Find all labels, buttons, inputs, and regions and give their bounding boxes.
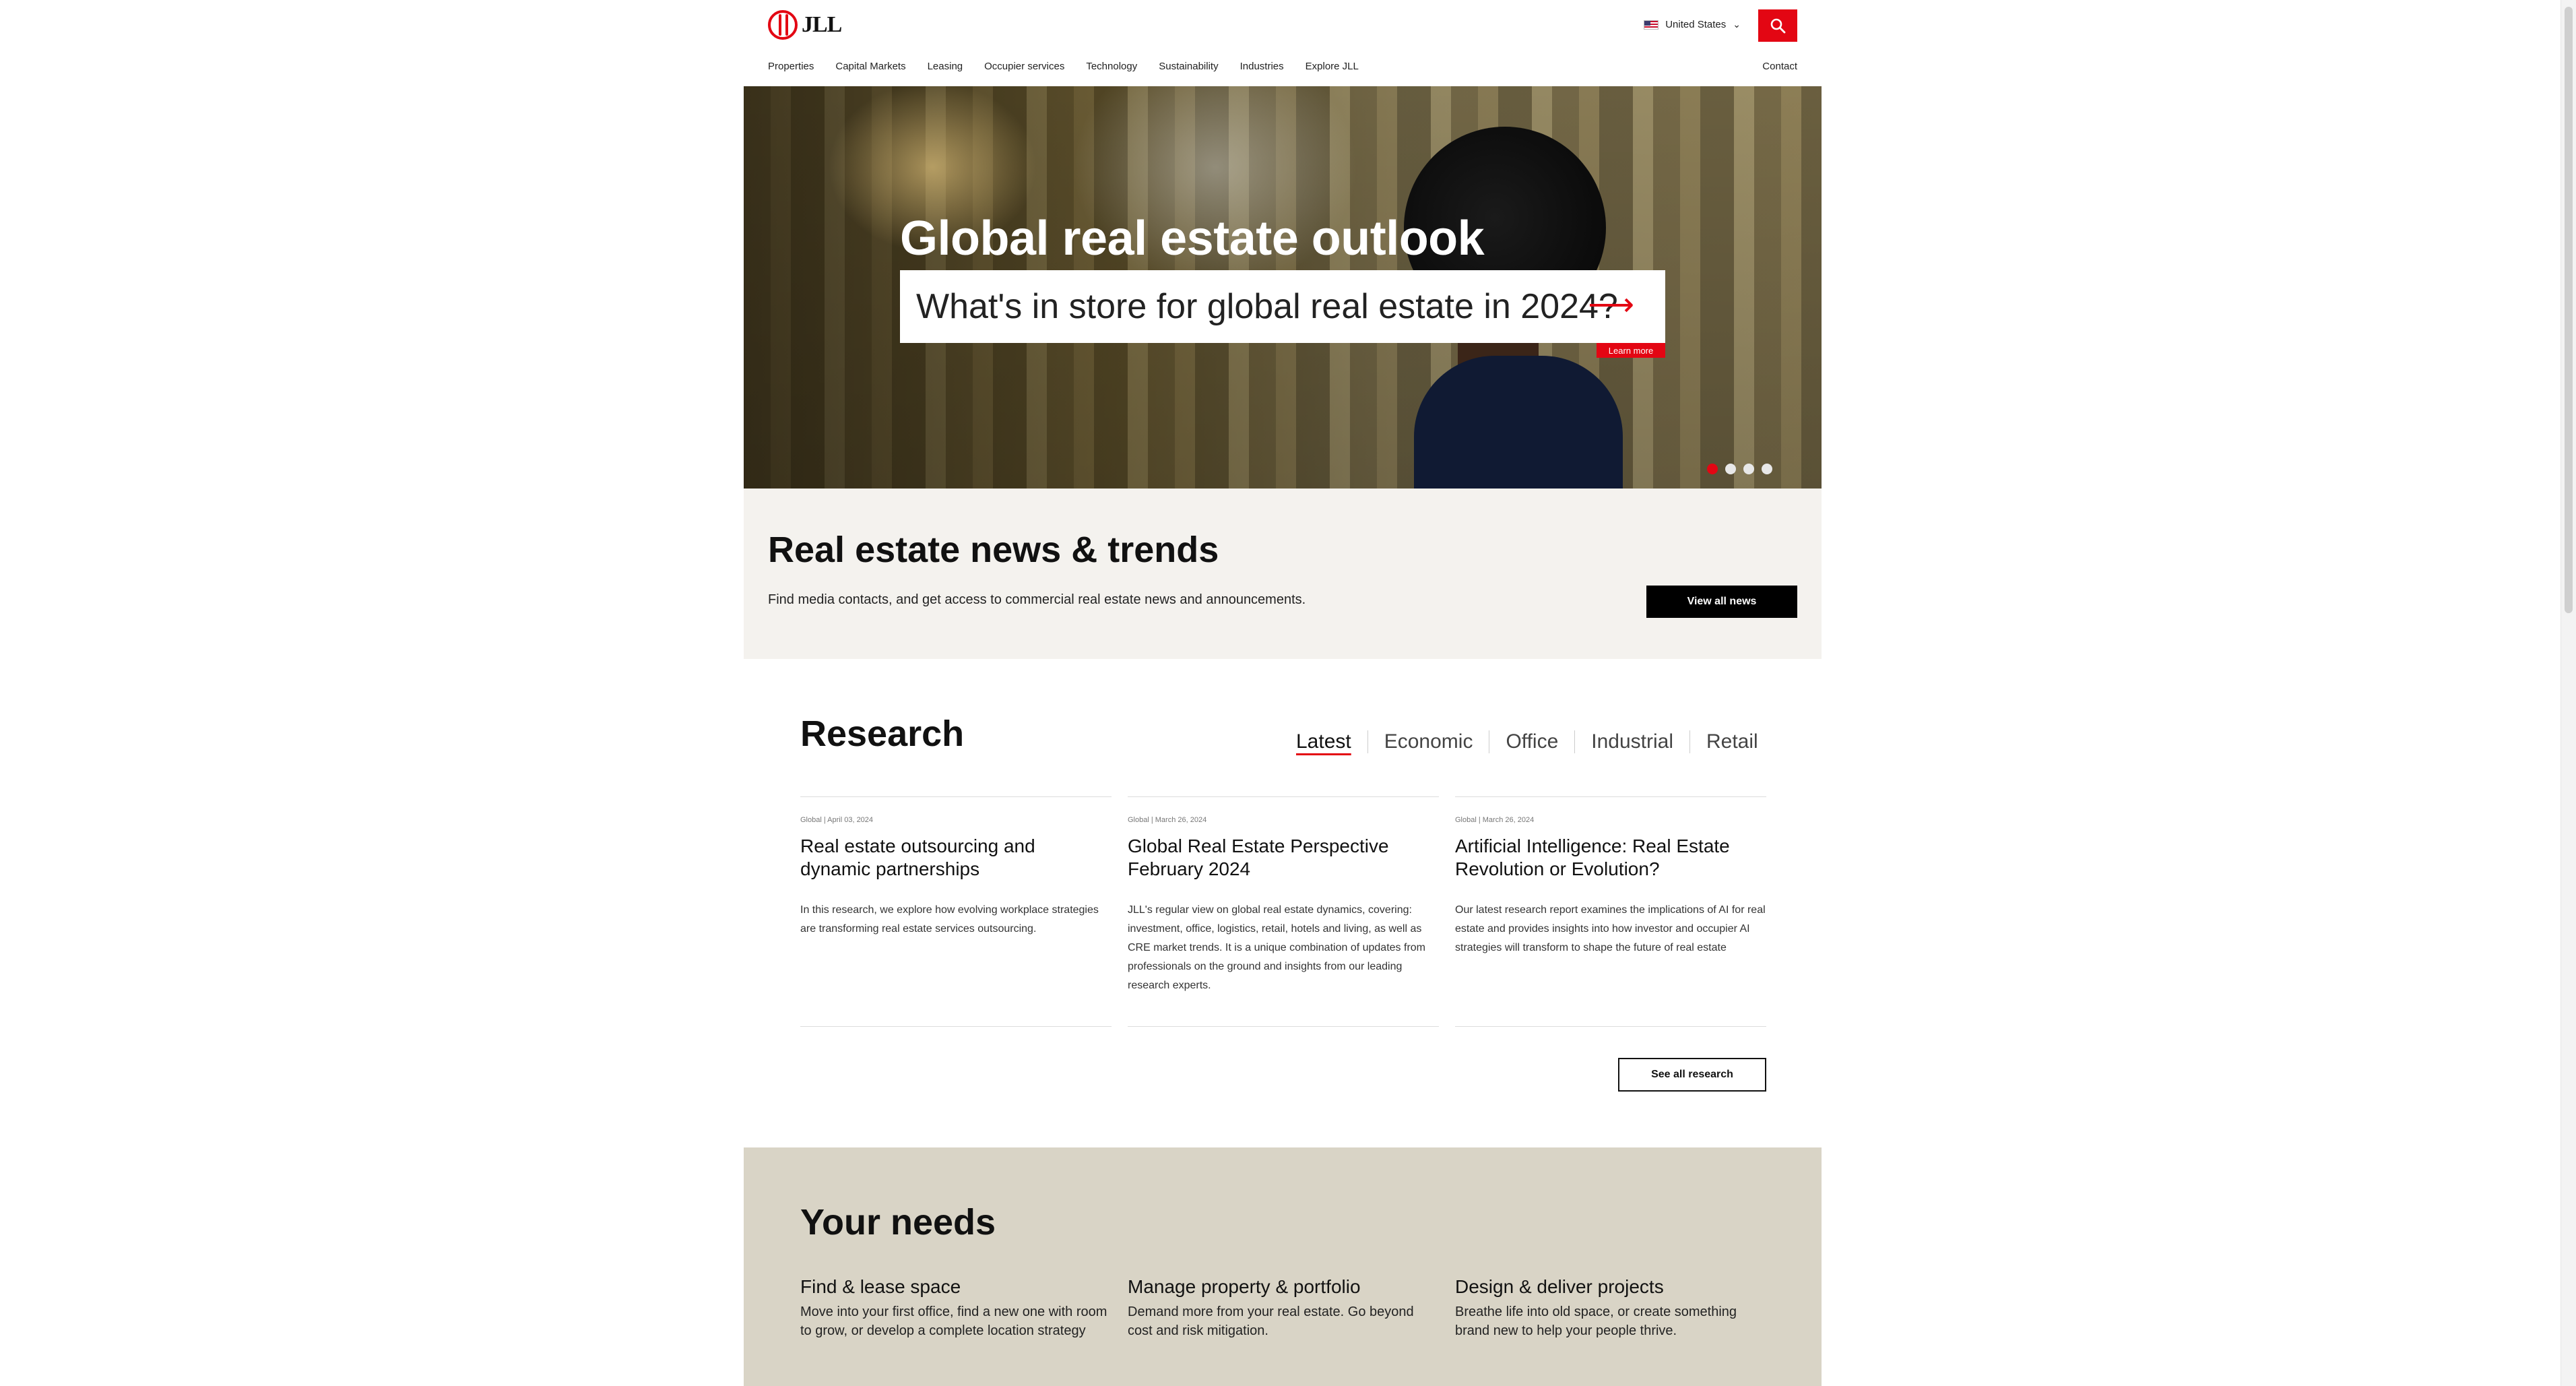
card-description: In this research, we explore how evolvin… <box>800 904 1099 935</box>
country-selector[interactable]: United States ⌄ <box>1644 19 1741 30</box>
research-cards: Global | April 03, 2024 Real estate outs… <box>800 796 1766 1027</box>
carousel-dot-1[interactable] <box>1707 464 1718 474</box>
research-card[interactable]: Global | March 26, 2024 Global Real Esta… <box>1128 796 1439 1027</box>
scrollbar-thumb[interactable] <box>2565 7 2573 613</box>
carousel-dot-4[interactable] <box>1762 464 1772 474</box>
carousel-dot-2[interactable] <box>1725 464 1736 474</box>
carousel-dot-3[interactable] <box>1743 464 1754 474</box>
nav-sustainability[interactable]: Sustainability <box>1159 61 1218 72</box>
hero-cta-box[interactable]: What's in store for global real estate i… <box>900 270 1665 343</box>
need-item: Design & deliver projects Breathe life i… <box>1455 1275 1766 1340</box>
tab-office[interactable]: Office <box>1489 730 1574 753</box>
tab-industrial[interactable]: Industrial <box>1574 730 1689 753</box>
need-title[interactable]: Design & deliver projects <box>1455 1275 1766 1298</box>
arrow-right-icon: ⟶ <box>1588 287 1634 323</box>
search-button[interactable] <box>1758 9 1797 42</box>
us-flag-icon <box>1644 20 1659 30</box>
news-title: Real estate news & trends <box>768 530 1219 570</box>
need-description: Move into your first office, find a new … <box>800 1304 1107 1338</box>
page: JLL United States ⌄ Properties Capital M… <box>744 0 1822 1386</box>
card-meta: Global | April 03, 2024 <box>800 816 874 824</box>
site-header: JLL United States ⌄ Properties Capital M… <box>744 0 1822 87</box>
main-nav: Properties Capital Markets Leasing Occup… <box>768 61 1359 72</box>
nav-properties[interactable]: Properties <box>768 61 814 72</box>
card-meta: Global | March 26, 2024 <box>1128 816 1207 824</box>
see-all-research-button[interactable]: See all research <box>1618 1058 1766 1092</box>
hero-subtitle: What's in store for global real estate i… <box>916 287 1618 326</box>
jll-logo-mark-icon <box>768 10 798 40</box>
jll-logo[interactable]: JLL <box>768 9 842 40</box>
news-description: Find media contacts, and get access to c… <box>768 592 1306 607</box>
tab-economic[interactable]: Economic <box>1367 730 1489 753</box>
tab-retail[interactable]: Retail <box>1689 730 1774 753</box>
news-section: Real estate news & trends Find media con… <box>744 489 1822 659</box>
hero-carousel: Global real estate outlook What's in sto… <box>744 86 1822 489</box>
research-card[interactable]: Global | April 03, 2024 Real estate outs… <box>800 796 1112 1027</box>
learn-more-button[interactable]: Learn more <box>1597 343 1665 358</box>
nav-technology[interactable]: Technology <box>1086 61 1137 72</box>
need-title[interactable]: Find & lease space <box>800 1275 1112 1298</box>
card-description: JLL's regular view on global real estate… <box>1128 904 1425 991</box>
tab-latest[interactable]: Latest <box>1296 730 1367 753</box>
research-section: Research Latest Economic Office Industri… <box>744 659 1822 1147</box>
hero-title: Global real estate outlook <box>900 212 1485 265</box>
card-title[interactable]: Artificial Intelligence: Real Estate Rev… <box>1455 835 1751 881</box>
nav-occupier-services[interactable]: Occupier services <box>984 61 1064 72</box>
page-scrollbar[interactable] <box>2561 0 2576 1386</box>
card-title[interactable]: Real estate outsourcing and dynamic part… <box>800 835 1097 881</box>
card-title[interactable]: Global Real Estate Perspective February … <box>1128 835 1424 881</box>
hero-image-person-body <box>1414 356 1623 489</box>
nav-capital-markets[interactable]: Capital Markets <box>835 61 905 72</box>
research-title: Research <box>800 714 965 754</box>
needs-columns: Find & lease space Move into your first … <box>800 1275 1766 1340</box>
needs-section: Your needs Find & lease space Move into … <box>744 1147 1822 1386</box>
view-all-news-button[interactable]: View all news <box>1646 586 1797 618</box>
research-card[interactable]: Global | March 26, 2024 Artificial Intel… <box>1455 796 1766 1027</box>
search-icon <box>1770 18 1786 34</box>
logo-text: JLL <box>802 12 842 37</box>
chevron-down-icon: ⌄ <box>1733 19 1741 30</box>
nav-contact[interactable]: Contact <box>1762 61 1797 72</box>
card-description: Our latest research report examines the … <box>1455 904 1766 953</box>
need-description: Demand more from your real estate. Go be… <box>1128 1304 1414 1338</box>
card-meta: Global | March 26, 2024 <box>1455 816 1535 824</box>
carousel-dots <box>1707 464 1772 474</box>
needs-title: Your needs <box>800 1202 996 1242</box>
need-item: Find & lease space Move into your first … <box>800 1275 1112 1340</box>
nav-explore-jll[interactable]: Explore JLL <box>1306 61 1359 72</box>
need-title[interactable]: Manage property & portfolio <box>1128 1275 1439 1298</box>
need-item: Manage property & portfolio Demand more … <box>1128 1275 1439 1340</box>
nav-leasing[interactable]: Leasing <box>928 61 963 72</box>
country-label: United States <box>1665 19 1727 30</box>
nav-industries[interactable]: Industries <box>1240 61 1284 72</box>
need-description: Breathe life into old space, or create s… <box>1455 1304 1737 1338</box>
research-tabs: Latest Economic Office Industrial Retail <box>1296 730 1774 753</box>
